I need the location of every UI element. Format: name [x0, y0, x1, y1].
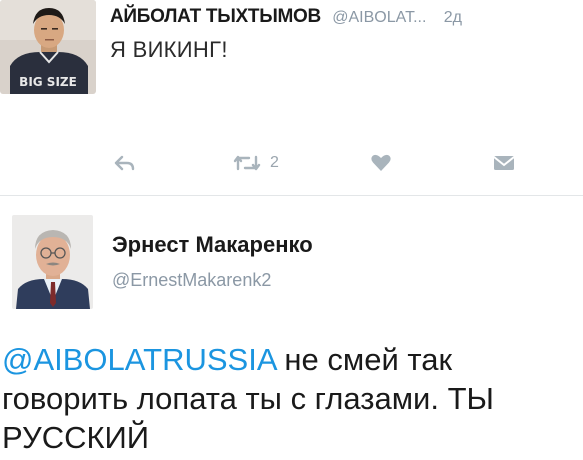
avatar[interactable] [12, 215, 93, 309]
reply-button[interactable] [114, 150, 136, 176]
avatar[interactable]: BIG SIZE [0, 0, 96, 94]
reply-arrow-icon [114, 155, 135, 171]
author-handle[interactable]: @AIBOLAT... [332, 9, 426, 26]
tweet-text-line-1: @AIBOLATRUSSIA не смей так [2, 340, 580, 379]
mention-link[interactable]: @AIBOLATRUSSIA [2, 342, 276, 377]
avatar-photo-1: BIG SIZE [0, 0, 96, 94]
tweet-actions: 2 [0, 150, 583, 176]
tweet-text-line-3: РУССКИЙ [2, 420, 150, 455]
author-name[interactable]: АЙБОЛАТ ТЫХТЫМОВ [110, 6, 321, 27]
tweet-header: АЙБОЛАТ ТЫХТЫМОВ @AIBOLAT... 2д [110, 6, 462, 28]
tweet-text-line-1-rest: не смей так [275, 342, 453, 377]
avatar-shirt-text: BIG SIZE [19, 75, 77, 89]
like-button[interactable] [370, 150, 392, 176]
retweet-icon [233, 155, 261, 171]
direct-message-button[interactable] [492, 150, 516, 176]
tweet-screenshot: BIG SIZE АЙБОЛАТ ТЫХТЫМОВ @AIBOLAT... 2д… [0, 0, 583, 460]
heart-icon [371, 154, 391, 171]
retweet-count: 2 [270, 154, 279, 171]
tweet-1[interactable]: BIG SIZE АЙБОЛАТ ТЫХТЫМОВ @AIBOLAT... 2д… [0, 0, 583, 196]
tweet-divider [0, 195, 583, 196]
retweet-button[interactable]: 2 [232, 150, 279, 176]
author-handle[interactable]: @ErnestMakarenk2 [112, 270, 271, 291]
tweet-text: @AIBOLATRUSSIA не смей так говорить лопа… [2, 340, 580, 457]
envelope-icon [493, 156, 515, 170]
avatar-photo-2 [12, 215, 93, 309]
tweet-text: Я ВИКИНГ! [110, 37, 228, 62]
tweet-timestamp[interactable]: 2д [444, 9, 462, 26]
tweet-text-line-2: говорить лопата ты с глазами. ТЫ [2, 381, 494, 416]
author-name[interactable]: Эрнест Макаренко [112, 232, 313, 258]
